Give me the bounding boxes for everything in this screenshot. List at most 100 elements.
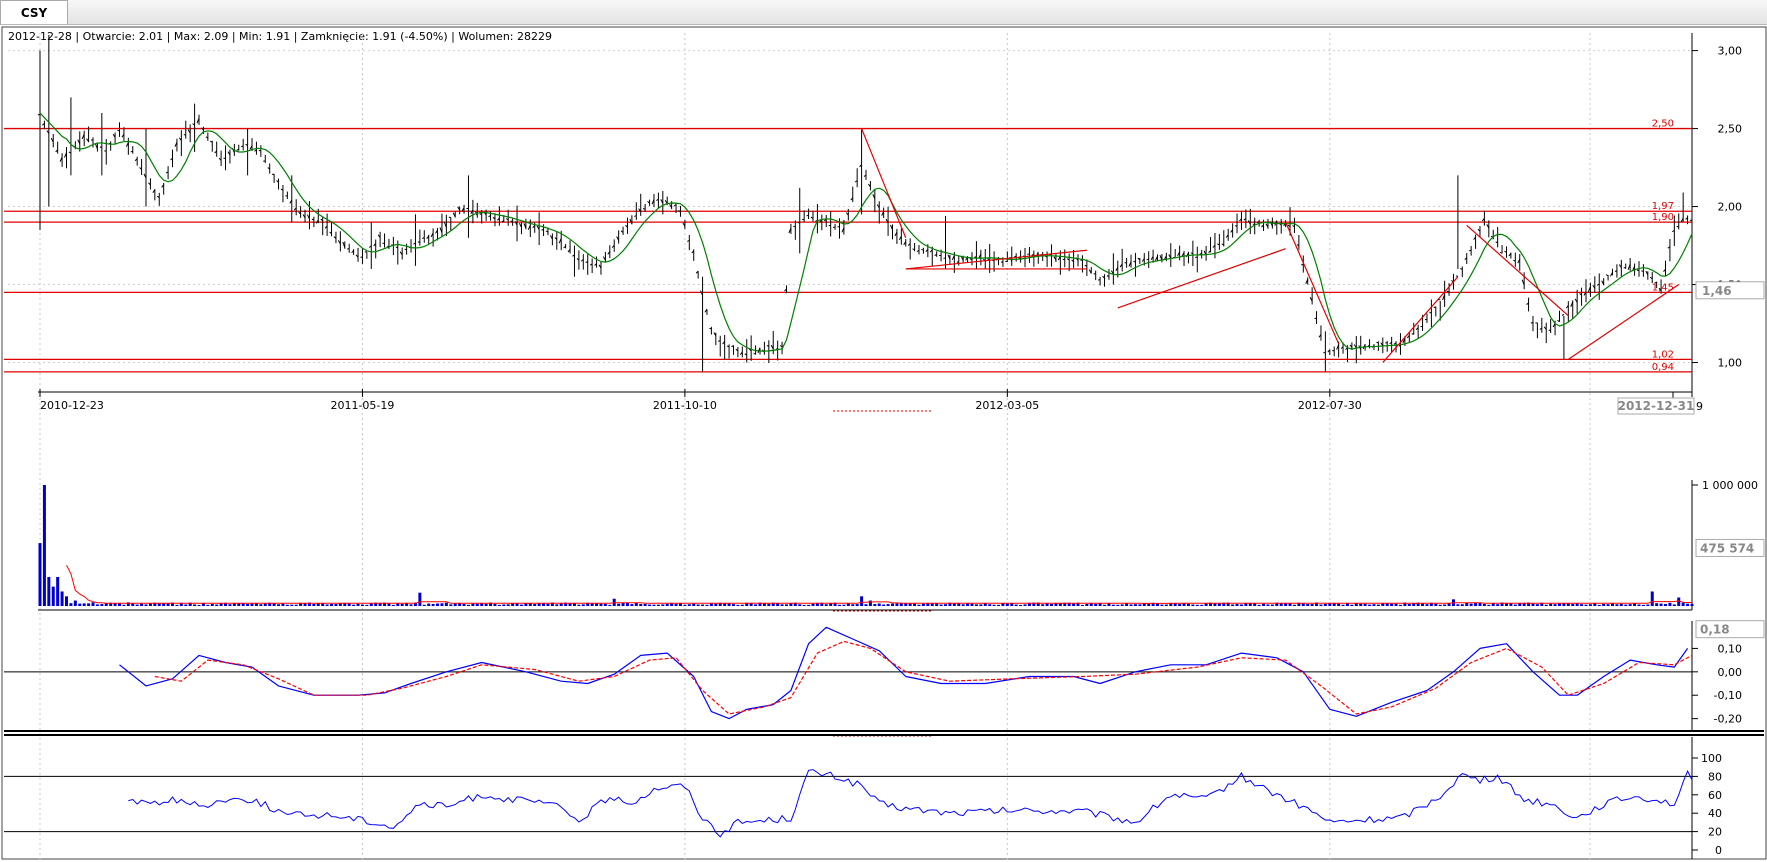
volume-bar bbox=[705, 604, 709, 606]
volume-bar bbox=[608, 604, 612, 606]
volume-bar bbox=[1094, 603, 1098, 606]
volume-bar bbox=[1328, 603, 1332, 606]
volume-bar bbox=[228, 604, 232, 606]
end-date-suffix: 9 bbox=[1696, 400, 1703, 413]
volume-bar bbox=[338, 603, 342, 606]
ohlc-open-tick bbox=[99, 146, 102, 148]
ohlc-open-tick bbox=[1411, 333, 1414, 335]
y-tick-label: 2,50 bbox=[1718, 123, 1743, 136]
volume-bar bbox=[533, 603, 537, 606]
volume-bar bbox=[736, 604, 740, 606]
volume-bar bbox=[1637, 604, 1641, 606]
volume-bar bbox=[87, 603, 91, 606]
chart-area[interactable]: 2012-12-28 | Otwarcie: 2.01 | Max: 2.09 … bbox=[0, 25, 1767, 862]
volume-bar bbox=[1425, 604, 1429, 606]
volume-bar bbox=[38, 543, 42, 606]
volume-bar bbox=[1288, 603, 1292, 606]
volume-bar bbox=[1544, 604, 1548, 606]
volume-bar bbox=[148, 603, 152, 606]
volume-bar bbox=[422, 604, 426, 606]
volume-bar bbox=[1133, 604, 1137, 606]
volume-bar bbox=[1619, 603, 1623, 606]
volume-bar bbox=[210, 603, 214, 606]
volume-bar bbox=[639, 603, 643, 606]
volume-bar bbox=[1257, 604, 1261, 606]
volume-bar bbox=[1681, 602, 1685, 606]
volume-bar bbox=[1292, 604, 1296, 606]
ohlc-open-tick bbox=[1636, 269, 1640, 272]
ohlc-open-tick bbox=[1614, 270, 1618, 272]
volume-bar bbox=[1434, 603, 1438, 606]
volume-bar bbox=[1164, 604, 1168, 606]
volume-bar bbox=[656, 604, 660, 606]
volume-bar bbox=[42, 485, 46, 606]
volume-bar bbox=[1186, 603, 1190, 606]
volume-bar bbox=[913, 603, 917, 606]
volume-bar bbox=[100, 604, 104, 606]
volume-bar bbox=[466, 604, 470, 606]
volume-bar bbox=[784, 604, 788, 606]
volume-bar bbox=[944, 604, 948, 606]
volume-bar bbox=[475, 603, 479, 606]
tab-bar: CSY bbox=[0, 0, 1767, 25]
volume-bar bbox=[1394, 603, 1398, 606]
volume-bar bbox=[1235, 604, 1239, 606]
volume-bar bbox=[290, 604, 294, 606]
volume-bar bbox=[899, 603, 903, 606]
volume-bar bbox=[846, 603, 850, 606]
volume-bar bbox=[1663, 603, 1667, 606]
volume-bar bbox=[56, 576, 60, 606]
volume-bar bbox=[1443, 604, 1447, 606]
volume-bar bbox=[904, 603, 908, 606]
volume-bar bbox=[568, 603, 572, 606]
ohlc-open-tick bbox=[1641, 270, 1644, 272]
tab-csy[interactable]: CSY bbox=[0, 0, 68, 24]
volume-bar bbox=[1239, 604, 1243, 606]
volume-bar bbox=[131, 603, 135, 606]
volume-bar bbox=[431, 603, 435, 606]
volume-bar bbox=[974, 604, 978, 606]
volume-bar bbox=[807, 604, 811, 606]
volume-bar bbox=[1588, 604, 1592, 606]
y-tick-label: 0,00 bbox=[1718, 666, 1743, 679]
volume-bar bbox=[811, 603, 815, 606]
volume-bar bbox=[1398, 604, 1402, 606]
ohlc-open-tick bbox=[1376, 341, 1379, 344]
ohlc-open-tick bbox=[753, 352, 756, 355]
volume-bar bbox=[1553, 604, 1557, 606]
volume-bar bbox=[701, 604, 705, 606]
volume-bar bbox=[60, 591, 64, 606]
volume-bar bbox=[1677, 597, 1681, 606]
volume-bar bbox=[1531, 603, 1535, 606]
volume-bar bbox=[860, 596, 864, 606]
volume-bar bbox=[1217, 603, 1221, 606]
volume-bar bbox=[1363, 603, 1367, 606]
volume-bar bbox=[391, 604, 395, 606]
volume-bar bbox=[617, 603, 621, 606]
volume-bar bbox=[1138, 604, 1142, 606]
volume-bar bbox=[992, 604, 996, 606]
volume-bar bbox=[497, 604, 501, 606]
ohlc-open-tick bbox=[1499, 251, 1503, 254]
volume-bar bbox=[449, 604, 453, 606]
volume-bar bbox=[603, 603, 607, 606]
ohlc-open-tick bbox=[1093, 272, 1096, 275]
volume-bar bbox=[69, 603, 73, 606]
volume-bar bbox=[1610, 603, 1614, 606]
volume-bar bbox=[1310, 604, 1314, 606]
volume-bar bbox=[873, 604, 877, 606]
volume-bar bbox=[661, 604, 665, 606]
volume-bar bbox=[91, 602, 95, 606]
y-tick-label: 100 bbox=[1701, 752, 1722, 765]
volume-bar bbox=[250, 603, 254, 606]
y-tick-label: 0,10 bbox=[1718, 642, 1743, 655]
volume-bar bbox=[864, 604, 868, 606]
volume-bar bbox=[930, 603, 934, 606]
info-bar-text: 2012-12-28 | Otwarcie: 2.01 | Max: 2.09 … bbox=[8, 30, 552, 43]
volume-bar bbox=[1686, 603, 1690, 606]
volume-bar bbox=[1160, 604, 1164, 606]
volume-bar bbox=[555, 604, 559, 606]
volume-bar bbox=[1337, 603, 1341, 606]
volume-bar bbox=[259, 604, 263, 606]
volume-bar bbox=[630, 604, 634, 606]
